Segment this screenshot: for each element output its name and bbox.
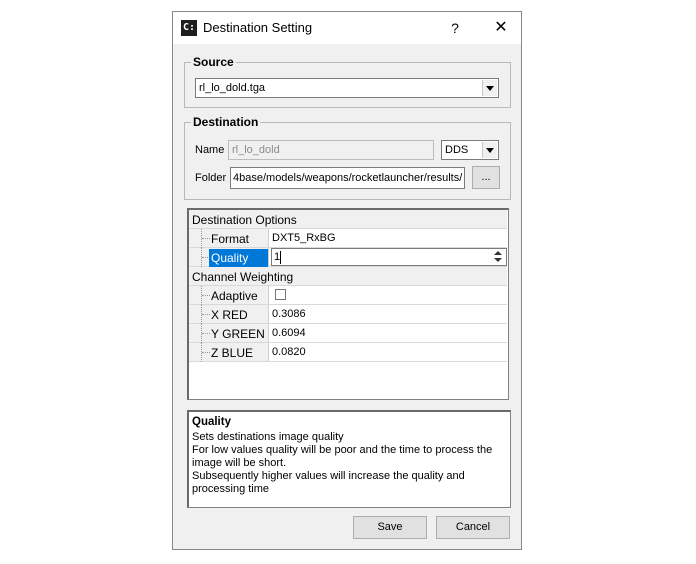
source-file-combo[interactable]: rl_lo_dold.tga: [195, 78, 499, 98]
quality-spinbox[interactable]: 1: [271, 248, 507, 266]
property-name-cell: Adaptive: [189, 286, 269, 305]
name-field-value: rl_lo_dold: [232, 144, 280, 156]
description-panel: Quality Sets destinations image quality …: [187, 410, 511, 508]
category-channel-weighting[interactable]: Channel Weighting: [189, 267, 507, 286]
tree-connector: [201, 343, 210, 362]
property-row-x-red[interactable]: X RED 0.3086: [189, 305, 507, 324]
tree-connector: [201, 286, 210, 305]
app-icon: C:: [181, 20, 197, 36]
spin-buttons[interactable]: [491, 249, 505, 265]
adaptive-checkbox[interactable]: [275, 289, 286, 300]
name-label: Name: [195, 144, 225, 156]
format-combo-value: DDS: [445, 144, 469, 156]
property-value: 0.0820: [272, 346, 306, 358]
spin-up-icon[interactable]: [494, 251, 502, 255]
name-field[interactable]: rl_lo_dold: [228, 140, 434, 160]
chevron-down-icon[interactable]: [482, 80, 497, 96]
destination-group-title: Destination: [191, 115, 261, 129]
save-button[interactable]: Save: [353, 516, 427, 539]
folder-label: Folder: [195, 172, 227, 184]
spin-down-icon[interactable]: [494, 258, 502, 262]
description-line: image will be short.: [192, 457, 287, 469]
property-name: Format: [211, 232, 250, 246]
property-name-selected: Quality: [209, 249, 269, 267]
property-name: Adaptive: [211, 289, 258, 303]
folder-field-value: 4base/models/weapons/rocketlauncher/resu…: [233, 172, 463, 184]
description-line: processing time: [192, 483, 270, 495]
title-bar[interactable]: C: Destination Setting ? ✕: [173, 12, 521, 44]
source-group-title: Source: [191, 55, 236, 69]
description-line: Sets destinations image quality: [192, 431, 344, 443]
close-button[interactable]: ✕: [491, 18, 511, 38]
tree-connector: [201, 324, 210, 343]
property-row-adaptive[interactable]: Adaptive: [189, 286, 507, 305]
category-label: Destination Options: [192, 213, 297, 227]
help-button[interactable]: ?: [445, 18, 465, 38]
browse-button[interactable]: ...: [472, 166, 500, 189]
property-value: 0.3086: [272, 308, 306, 320]
property-value: DXT5_RxBG: [272, 232, 336, 244]
format-combo[interactable]: DDS: [441, 140, 499, 160]
tree-connector: [201, 305, 210, 324]
description-title: Quality: [192, 416, 231, 428]
property-name: Z BLUE: [211, 346, 254, 360]
source-file-value: rl_lo_dold.tga: [199, 82, 266, 94]
tree-connector: [201, 229, 210, 248]
window-title: Destination Setting: [203, 20, 313, 35]
property-grid: Destination Options Format DXT5_RxBG Qua…: [187, 208, 509, 400]
property-name: X RED: [211, 308, 248, 322]
property-name: Y GREEN: [211, 327, 265, 341]
property-row-y-green[interactable]: Y GREEN 0.6094: [189, 324, 507, 343]
property-name-cell: Format: [189, 229, 269, 248]
category-label: Channel Weighting: [192, 270, 294, 284]
folder-field[interactable]: 4base/models/weapons/rocketlauncher/resu…: [230, 167, 465, 189]
description-line: Subsequently higher values will increase…: [192, 470, 465, 482]
property-row-quality[interactable]: Quality 1: [189, 248, 507, 267]
property-name-cell: Y GREEN: [189, 324, 269, 343]
cancel-button[interactable]: Cancel: [436, 516, 510, 539]
destination-setting-dialog: C: Destination Setting ? ✕ Source rl_lo_…: [172, 11, 522, 550]
property-name-cell: X RED: [189, 305, 269, 324]
property-name-cell: Z BLUE: [189, 343, 269, 362]
chevron-down-icon[interactable]: [482, 142, 497, 158]
property-row-format[interactable]: Format DXT5_RxBG: [189, 229, 507, 248]
property-name-cell: Quality: [189, 248, 269, 267]
category-destination-options[interactable]: Destination Options: [189, 210, 507, 229]
description-line: For low values quality will be poor and …: [192, 444, 493, 456]
property-value: 0.6094: [272, 327, 306, 339]
property-row-z-blue[interactable]: Z BLUE 0.0820: [189, 343, 507, 362]
text-caret: [280, 251, 281, 264]
